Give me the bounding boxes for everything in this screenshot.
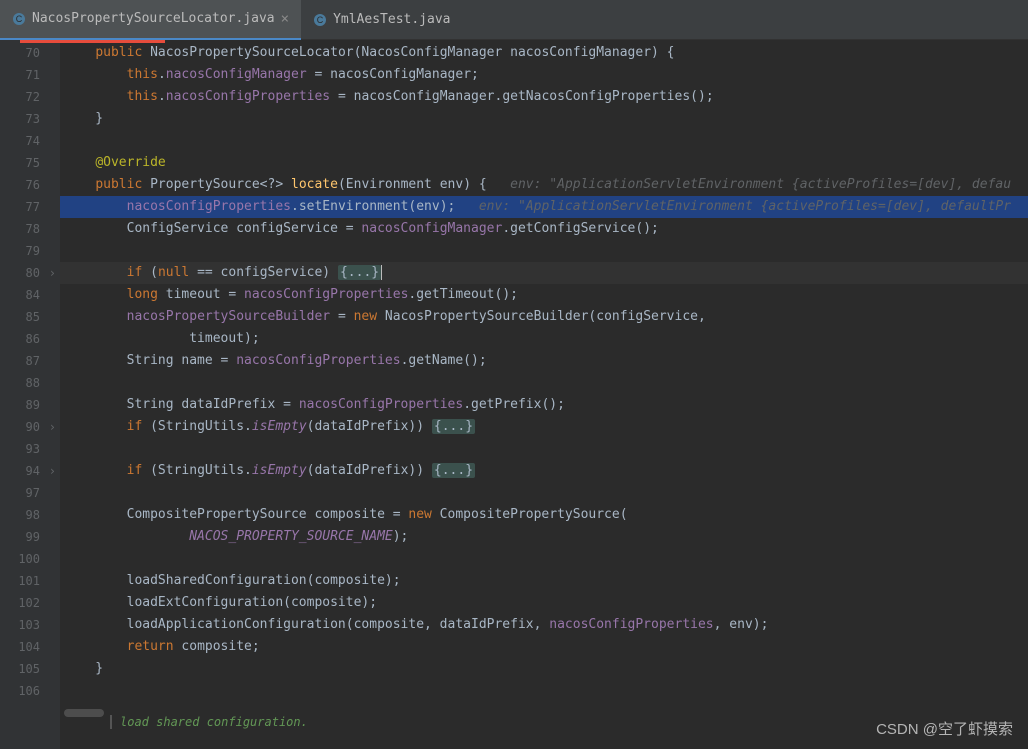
line-number[interactable]: 93 [0,438,60,460]
code-line-highlighted[interactable]: nacosConfigProperties.setEnvironment(env… [60,196,1028,218]
code-line[interactable]: if (StringUtils.isEmpty(dataIdPrefix)) {… [60,416,1028,438]
line-number[interactable]: 78 [0,218,60,240]
code-line[interactable]: public NacosPropertySourceLocator(NacosC… [60,42,1028,64]
code-line[interactable] [60,482,1028,504]
line-number[interactable]: 72 [0,86,60,108]
code-line[interactable]: loadExtConfiguration(composite); [60,592,1028,614]
code-line[interactable]: if (StringUtils.isEmpty(dataIdPrefix)) {… [60,460,1028,482]
code-line[interactable]: CompositePropertySource composite = new … [60,504,1028,526]
tab-label: YmlAesTest.java [333,12,450,27]
code-line[interactable]: long timeout = nacosConfigProperties.get… [60,284,1028,306]
code-fold[interactable]: {...} [432,419,475,434]
code-fold[interactable]: {...} [432,463,475,478]
code-line[interactable]: NACOS_PROPERTY_SOURCE_NAME); [60,526,1028,548]
code-line[interactable] [60,548,1028,570]
line-number[interactable]: 106 [0,680,60,702]
tab-bar: C NacosPropertySourceLocator.java × C Ym… [0,0,1028,40]
line-number[interactable]: 77 [0,196,60,218]
line-number[interactable]: 97 [0,482,60,504]
svg-text:C: C [317,15,324,25]
line-number[interactable]: 71 [0,64,60,86]
line-number[interactable]: 88 [0,372,60,394]
java-class-icon: C [313,13,327,27]
code-line[interactable]: this.nacosConfigProperties = nacosConfig… [60,86,1028,108]
line-number[interactable]: 102 [0,592,60,614]
doc-hint: load shared configuration. [110,715,308,729]
line-number[interactable]: 99 [0,526,60,548]
code-line[interactable] [60,240,1028,262]
line-number[interactable]: 73 [0,108,60,130]
line-number[interactable]: 84 [0,284,60,306]
line-number[interactable]: 101 [0,570,60,592]
line-number[interactable]: 100 [0,548,60,570]
line-number[interactable]: 94 [0,460,60,482]
code-line[interactable] [60,438,1028,460]
line-number[interactable]: 85 [0,306,60,328]
editor: 70 71 72 73 74 75 76 77 78 79 80 84 85 8… [0,40,1028,749]
tab-label: NacosPropertySourceLocator.java [32,11,275,26]
horizontal-scrollbar[interactable] [64,709,104,717]
code-line[interactable]: } [60,108,1028,130]
code-line[interactable] [60,372,1028,394]
line-number[interactable]: 103 [0,614,60,636]
code-line[interactable]: loadSharedConfiguration(composite); [60,570,1028,592]
code-line[interactable]: @Override [60,152,1028,174]
tab-file[interactable]: C YmlAesTest.java [301,0,462,40]
code-line[interactable]: timeout); [60,328,1028,350]
code-line[interactable]: this.nacosConfigManager = nacosConfigMan… [60,64,1028,86]
code-line-current[interactable]: if (null == configService) {...} [60,262,1028,284]
line-number[interactable]: 79 [0,240,60,262]
code-area[interactable]: public NacosPropertySourceLocator(NacosC… [60,40,1028,749]
line-number[interactable]: 80 [0,262,60,284]
line-number[interactable]: 90 [0,416,60,438]
code-fold[interactable]: {...} [338,265,381,280]
line-number[interactable]: 105 [0,658,60,680]
code-line[interactable] [60,680,1028,702]
tab-active-file[interactable]: C NacosPropertySourceLocator.java × [0,0,301,40]
line-number[interactable]: 89 [0,394,60,416]
code-line[interactable]: } [60,658,1028,680]
close-icon[interactable]: × [281,11,289,27]
code-line[interactable]: String dataIdPrefix = nacosConfigPropert… [60,394,1028,416]
line-number[interactable]: 74 [0,130,60,152]
code-line[interactable]: ConfigService configService = nacosConfi… [60,218,1028,240]
line-number[interactable]: 98 [0,504,60,526]
svg-text:C: C [16,14,23,24]
code-line[interactable]: nacosPropertySourceBuilder = new NacosPr… [60,306,1028,328]
java-class-icon: C [12,12,26,26]
code-line[interactable]: return composite; [60,636,1028,658]
line-number[interactable]: 70 [0,42,60,64]
line-number[interactable]: 104 [0,636,60,658]
watermark: CSDN @空了虾摸索 [876,718,1013,739]
line-number[interactable]: 87 [0,350,60,372]
code-line[interactable]: public PropertySource<?> locate(Environm… [60,174,1028,196]
code-line[interactable] [60,130,1028,152]
annotation-underline [20,40,165,43]
line-number[interactable]: 76 [0,174,60,196]
code-line[interactable]: loadApplicationConfiguration(composite, … [60,614,1028,636]
code-line[interactable]: String name = nacosConfigProperties.getN… [60,350,1028,372]
line-number[interactable]: 75 [0,152,60,174]
line-number[interactable]: 86 [0,328,60,350]
gutter[interactable]: 70 71 72 73 74 75 76 77 78 79 80 84 85 8… [0,40,60,749]
